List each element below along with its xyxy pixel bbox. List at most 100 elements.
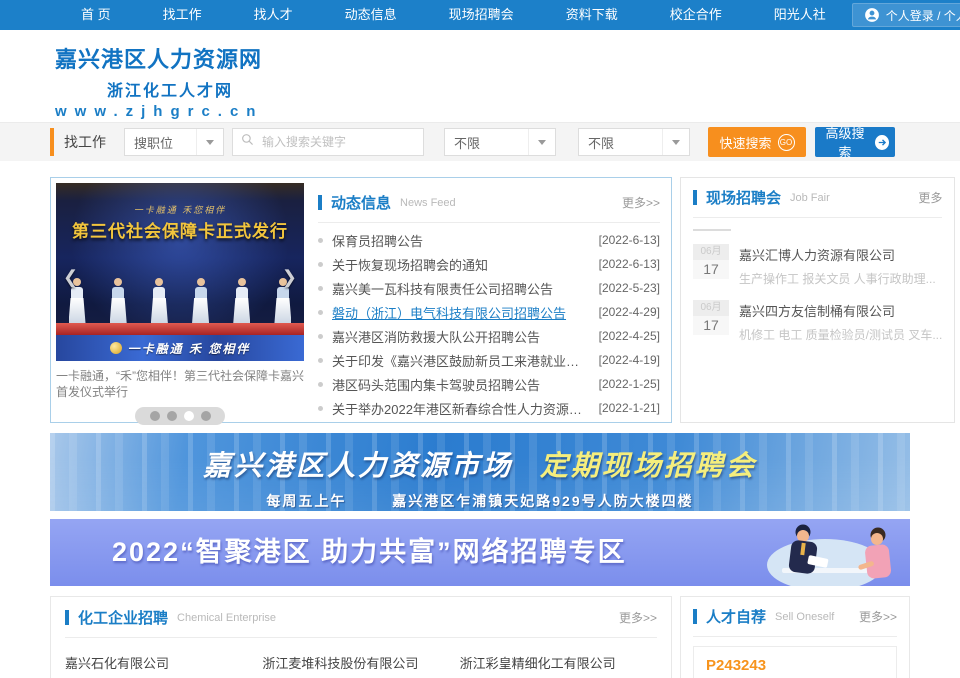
nav-item-sunshine-social[interactable]: 阳光人社 xyxy=(748,0,852,30)
keyword-search-field xyxy=(232,128,424,156)
nav-item-school-cooperation[interactable]: 校企合作 xyxy=(644,0,748,30)
grain-logo-icon xyxy=(110,342,122,354)
nav-item-find-talent[interactable]: 找人才 xyxy=(228,0,319,30)
job-fair-item: 06月 17 嘉兴四方友信制桶有限公司 机修工 电工 质量检验员/测试员 叉车.… xyxy=(693,300,942,343)
company-name-link[interactable]: 浙江麦堆科技股份有限公司 xyxy=(262,653,449,672)
nav-item-downloads[interactable]: 资料下载 xyxy=(540,0,644,30)
search-icon xyxy=(241,133,260,151)
date-badge-day: 17 xyxy=(693,260,729,279)
news-more-link[interactable]: 更多>> xyxy=(622,194,660,211)
news-link[interactable]: 关于举办2022年港区新春综合性人力资源暨春风... xyxy=(332,399,589,418)
advanced-search-label: 高级搜索 xyxy=(821,123,869,161)
job-type-select-value: 搜职位 xyxy=(125,133,173,152)
company-name-link[interactable]: 嘉兴石化有限公司 xyxy=(65,653,252,672)
section-accent-bar xyxy=(693,609,697,624)
section-accent-bar xyxy=(693,190,697,205)
carousel-dot[interactable] xyxy=(167,411,177,421)
talent-more-link[interactable]: 更多>> xyxy=(859,608,897,625)
go-icon: GO xyxy=(778,134,795,151)
news-link[interactable]: 磐动（浙江）电气科技有限公司招聘公告 xyxy=(332,303,589,322)
carousel-next-button[interactable]: ❯ xyxy=(282,267,297,288)
company-entry: 嘉兴石化有限公司 工艺员 设备管理 警卫（残疾工） xyxy=(65,653,262,678)
nav-item-find-job[interactable]: 找工作 xyxy=(137,0,228,30)
personal-login-button[interactable]: 个人登录 / 个人注册 xyxy=(852,3,960,27)
bottom-row: 化工企业招聘 Chemical Enterprise 更多>> 嘉兴石化有限公司… xyxy=(50,596,910,678)
divider xyxy=(693,229,731,231)
date-badge-month: 06月 xyxy=(693,300,729,316)
carousel-dots xyxy=(135,407,225,425)
news-date: [2022-4-19] xyxy=(599,353,660,367)
news-link[interactable]: 关于恢复现场招聘会的通知 xyxy=(332,255,589,274)
date-badge: 06月 17 xyxy=(693,244,729,287)
online-recruitment-banner[interactable]: 2022“智聚港区 助力共富”网络招聘专区 xyxy=(50,519,910,586)
main-row: 一卡融通 禾您相伴 第三代社会保障卡正式发行 一卡融通 禾 您相伴 xyxy=(50,177,910,423)
market-banner-title: 嘉兴港区人力资源市场 定期现场招聘会 xyxy=(50,444,910,484)
market-banner-schedule: 每周五上午 xyxy=(266,493,346,509)
chemical-header: 化工企业招聘 Chemical Enterprise 更多>> xyxy=(65,607,657,638)
slide-figures xyxy=(66,278,294,323)
carousel-caption: 一卡融通，“禾”您相伴！第三代社会保障卡嘉兴首发仪式举行 xyxy=(56,368,304,400)
carousel-dot[interactable] xyxy=(150,411,160,421)
news-date: [2022-1-25] xyxy=(599,377,660,391)
filter-select-2[interactable]: 不限 xyxy=(578,128,690,156)
bullet-icon xyxy=(318,238,323,243)
news-header: 动态信息 News Feed 更多>> xyxy=(318,192,660,223)
news-link[interactable]: 嘉兴美一瓦科技有限责任公司招聘公告 xyxy=(332,279,589,298)
news-title: 动态信息 xyxy=(331,192,391,213)
site-url: www.zjhgrc.cn xyxy=(55,103,285,120)
site-title: 嘉兴港区人力资源网 xyxy=(55,42,285,74)
chevron-down-icon xyxy=(662,129,689,155)
news-date: [2022-4-25] xyxy=(599,329,660,343)
chemical-title: 化工企业招聘 xyxy=(78,607,168,628)
carousel-dot-active[interactable] xyxy=(184,411,194,421)
site-logo[interactable]: 嘉兴港区人力资源网 浙江化工人才网 www.zjhgrc.cn xyxy=(55,42,285,120)
job-fair-company-link[interactable]: 嘉兴汇博人力资源有限公司 xyxy=(739,245,936,264)
job-type-select[interactable]: 搜职位 xyxy=(124,128,224,156)
company-entry: 浙江彩皇精细化工有限公司 普工（制造科） 营业担当 xyxy=(460,653,657,678)
advanced-search-button[interactable]: 高级搜索 xyxy=(815,127,895,157)
news-list-item: 港区码头范围内集卡驾驶员招聘公告 [2022-1-25] xyxy=(318,372,660,396)
talent-card: P243243 男 ｜ 嘉兴市->嘉兴港区 ｜ 八年以上 xyxy=(693,646,897,678)
news-date: [2022-5-23] xyxy=(599,281,660,295)
market-banner-title-white: 嘉兴港区人力资源市场 xyxy=(203,450,513,481)
job-fair-more-link[interactable]: 更多 xyxy=(918,189,942,206)
bullet-icon xyxy=(318,334,323,339)
news-link[interactable]: 港区码头范围内集卡驾驶员招聘公告 xyxy=(332,375,589,394)
search-section-label: 找工作 xyxy=(64,132,106,152)
job-fair-company-link[interactable]: 嘉兴四方友信制桶有限公司 xyxy=(739,301,942,320)
market-banner-address: 嘉兴港区乍浦镇天妃路929号人防大楼四楼 xyxy=(392,493,693,509)
bullet-icon xyxy=(318,286,323,291)
talent-panel: 人才自荐 Sell Oneself 更多>> P243243 男 ｜ 嘉兴市->… xyxy=(680,596,910,678)
market-banner-detail: 每周五上午 嘉兴港区乍浦镇天妃路929号人防大楼四楼 xyxy=(50,491,910,511)
search-strip: 找工作 搜职位 不限 不限 快速搜索 GO xyxy=(0,122,960,161)
chevron-down-icon xyxy=(528,129,555,155)
news-link[interactable]: 保育员招聘公告 xyxy=(332,231,589,250)
carousel-dot[interactable] xyxy=(201,411,211,421)
news-list-item: 保育员招聘公告[2022-6-13] xyxy=(318,228,660,252)
section-accent-bar xyxy=(318,195,322,210)
chemical-more-link[interactable]: 更多>> xyxy=(619,609,657,626)
date-badge-month: 06月 xyxy=(693,244,729,260)
filter-select-2-value: 不限 xyxy=(579,133,614,152)
bullet-icon xyxy=(318,406,323,411)
nav-item-home[interactable]: 首 页 xyxy=(55,0,137,30)
nav-item-news[interactable]: 动态信息 xyxy=(319,0,423,30)
talent-header: 人才自荐 Sell Oneself 更多>> xyxy=(693,606,897,637)
carousel-slide[interactable]: 一卡融通 禾您相伴 第三代社会保障卡正式发行 一卡融通 禾 您相伴 xyxy=(56,183,304,361)
news-panel: 一卡融通 禾您相伴 第三代社会保障卡正式发行 一卡融通 禾 您相伴 xyxy=(50,177,672,423)
talent-id-link[interactable]: P243243 xyxy=(706,657,884,674)
market-banner[interactable]: 嘉兴港区人力资源市场 定期现场招聘会 每周五上午 嘉兴港区乍浦镇天妃路929号人… xyxy=(50,433,910,511)
nav-item-job-fair[interactable]: 现场招聘会 xyxy=(423,0,540,30)
banner2-illustration xyxy=(690,519,910,586)
news-feed: 动态信息 News Feed 更多>> 保育员招聘公告[2022-6-13] 关… xyxy=(304,183,666,417)
arrow-right-icon xyxy=(875,135,889,150)
carousel: 一卡融通 禾您相伴 第三代社会保障卡正式发行 一卡融通 禾 您相伴 xyxy=(56,183,304,417)
news-link[interactable]: 关于印发《嘉兴港区鼓励新员工来港就业补助操作... xyxy=(332,351,589,370)
carousel-prev-button[interactable]: ❮ xyxy=(63,267,78,288)
quick-search-button[interactable]: 快速搜索 GO xyxy=(708,127,806,157)
company-name-link[interactable]: 浙江彩皇精细化工有限公司 xyxy=(460,653,647,672)
news-link[interactable]: 嘉兴港区消防救援大队公开招聘公告 xyxy=(332,327,589,346)
chemical-subtitle: Chemical Enterprise xyxy=(177,612,276,624)
search-input[interactable] xyxy=(260,134,415,150)
filter-select-1[interactable]: 不限 xyxy=(444,128,556,156)
